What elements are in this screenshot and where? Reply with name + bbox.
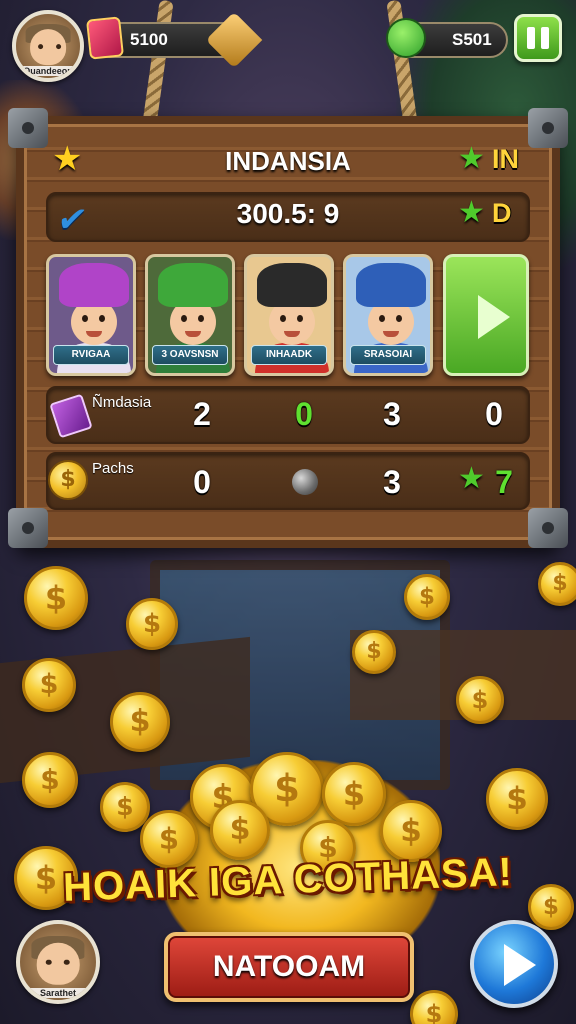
pause-button[interactable] xyxy=(514,14,562,62)
character-label: INHAADK xyxy=(251,345,327,365)
coin-icon: $ xyxy=(22,752,78,808)
coin-icon: $ xyxy=(322,762,386,826)
cash-bar[interactable]: S501 xyxy=(386,18,508,58)
character-hat xyxy=(158,263,228,307)
stat-value: 2 xyxy=(193,396,211,432)
coin-icon: $ xyxy=(538,562,576,606)
coin-icon: $ xyxy=(126,598,178,650)
coin-icon: $ xyxy=(140,810,198,868)
score-value: 300.5: 9 xyxy=(236,198,340,229)
coin-icon: $ xyxy=(456,676,504,724)
gem-icon xyxy=(86,16,124,60)
coin-icon: $ xyxy=(48,460,88,500)
stat-value: 7 xyxy=(495,464,513,500)
character-hat xyxy=(257,263,327,307)
grey-orb-icon xyxy=(292,469,318,495)
character-label: 3 OAVSNSN xyxy=(152,345,228,365)
green-star-icon: ★ xyxy=(458,141,485,176)
character-card[interactable]: RVIGAA xyxy=(46,254,136,376)
stat-value: 3 xyxy=(383,464,401,500)
board-bracket-bl xyxy=(8,508,48,548)
score-tag: D xyxy=(492,198,512,228)
stat-label: Pachs xyxy=(92,460,134,477)
coin-icon: $ xyxy=(24,566,88,630)
chat-blob-icon xyxy=(386,18,426,58)
gems-bar[interactable]: 5100 xyxy=(86,11,263,69)
board-bracket-tr xyxy=(528,108,568,148)
blue-play-button[interactable] xyxy=(470,920,558,1008)
main-action-button[interactable]: NATOOAM xyxy=(164,932,414,1002)
stat-value: 0 xyxy=(193,464,211,500)
play-icon-button[interactable] xyxy=(443,254,529,376)
character-card[interactable]: INHAADK xyxy=(244,254,334,376)
coin-icon: $ xyxy=(404,574,450,620)
coin-icon: $ xyxy=(410,990,458,1024)
character-label: SRASOIAI xyxy=(350,345,426,365)
coin-icon: $ xyxy=(486,768,548,830)
bottom-player-avatar[interactable]: Sarathet xyxy=(16,920,100,1004)
green-star-icon: ★ xyxy=(458,195,485,230)
avatar-face xyxy=(30,29,66,66)
stat-value: 0 xyxy=(295,396,313,432)
gems-value: 5100 xyxy=(130,30,168,49)
stat-value: 3 xyxy=(383,396,401,432)
title-tag: IN xyxy=(492,144,519,174)
board-bracket-br xyxy=(528,508,568,548)
heart-gem-icon xyxy=(205,11,263,69)
player-name: Quandeeon xyxy=(16,66,80,76)
player-avatar[interactable]: Quandeeon xyxy=(12,10,84,82)
character-card[interactable]: 3 OAVSNSN xyxy=(145,254,235,376)
stat-label: Ñmdasia xyxy=(92,394,152,411)
avatar-face xyxy=(36,942,80,985)
stat-value: 0 xyxy=(485,396,503,432)
green-star-icon: ★ xyxy=(458,461,485,496)
character-hat xyxy=(356,263,426,307)
board-title: INDANSIA xyxy=(225,146,351,176)
character-hat xyxy=(59,263,129,307)
character-card[interactable]: SRASOIAI xyxy=(343,254,433,376)
bottom-player-name: Sarathet xyxy=(20,988,96,998)
character-label: RVIGAA xyxy=(53,345,129,365)
cash-value: S501 xyxy=(452,30,492,49)
coin-icon: $ xyxy=(22,658,76,712)
board-bracket-tl xyxy=(8,108,48,148)
coin-icon: $ xyxy=(210,800,270,860)
coin-icon: $ xyxy=(110,692,170,752)
coin-icon: $ xyxy=(352,630,396,674)
